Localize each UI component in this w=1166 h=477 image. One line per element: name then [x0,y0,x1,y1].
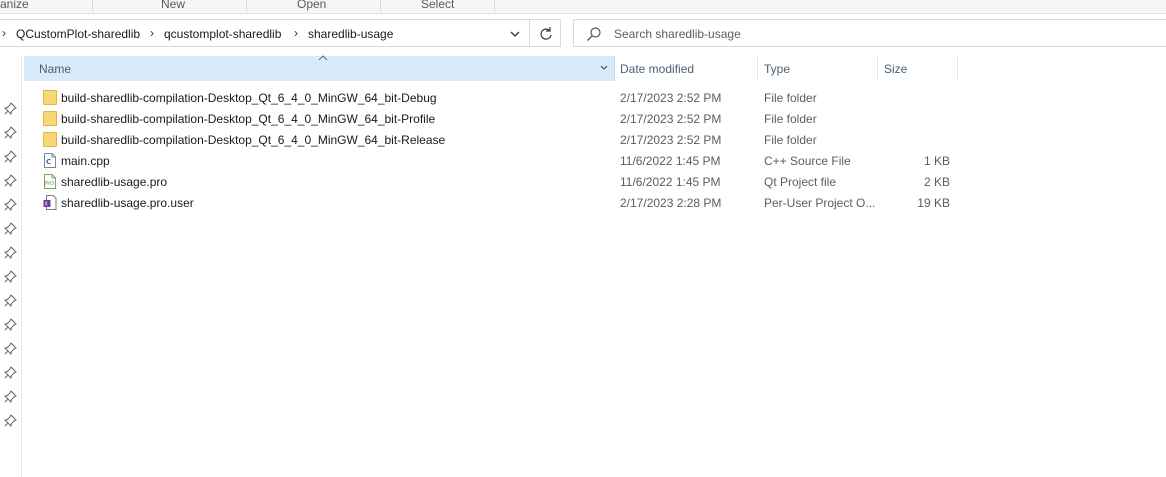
file-row[interactable]: PrO sharedlib-usage.pro 11/6/2022 1:45 P… [24,171,1166,192]
file-date: 2/17/2023 2:28 PM [620,196,722,210]
navigation-pane[interactable] [0,56,22,477]
svg-text:X: X [45,202,49,208]
search-icon [587,27,601,41]
chevron-down-icon[interactable] [505,24,525,44]
chevron-down-icon[interactable] [599,62,609,72]
file-name: sharedlib-usage.pro [61,175,168,189]
breadcrumb-chevron[interactable]: › [150,26,154,40]
pin-icon[interactable] [4,126,17,139]
address-bar[interactable]: › QCustomPlot-sharedlib › qcustomplot-sh… [0,19,561,47]
refresh-icon[interactable] [537,24,555,44]
folder-icon [43,132,57,147]
breadcrumb-sharedlib-usage[interactable]: sharedlib-usage [308,27,393,41]
user-project-file-icon: X [43,195,57,210]
pin-icon[interactable] [4,342,17,355]
breadcrumb-chevron[interactable]: › [2,26,6,40]
ribbon-divider [380,0,381,12]
column-header-name-label: Name [39,62,72,76]
column-divider[interactable] [957,56,958,81]
folder-icon [43,90,57,105]
file-row[interactable]: build-sharedlib-compilation-Desktop_Qt_6… [24,108,1166,129]
file-name: build-sharedlib-compilation-Desktop_Qt_6… [61,112,436,126]
svg-text:C: C [46,158,51,166]
file-date: 2/17/2023 2:52 PM [620,91,722,105]
pin-icon[interactable] [4,270,17,283]
pin-icon[interactable] [4,102,17,115]
pin-icon[interactable] [4,318,17,331]
column-header-type[interactable]: Type [758,56,878,81]
file-date: 2/17/2023 2:52 PM [620,133,722,147]
breadcrumb-qcustomplot-sharedlib-lower[interactable]: qcustomplot-sharedlib [164,27,281,41]
address-divider [529,20,530,46]
file-size: 19 KB [917,196,950,210]
file-size: 2 KB [923,175,950,189]
file-row[interactable]: C main.cpp 11/6/2022 1:45 PM C++ Source … [24,150,1166,171]
file-name: build-sharedlib-compilation-Desktop_Qt_6… [61,133,446,147]
pin-icon[interactable] [4,366,17,379]
pin-icon[interactable] [4,198,17,211]
qt-project-file-icon: PrO [44,174,56,189]
folder-icon [43,111,57,126]
ribbon-divider [246,0,247,12]
pin-icon[interactable] [4,150,17,163]
ribbon-group-organize: anize [0,0,29,11]
ribbon-group-open: Open [297,0,327,11]
ribbon-divider [494,0,495,12]
file-type: Per-User Project O... [764,196,876,210]
column-header-size-label: Size [884,62,908,76]
breadcrumb-qcustomplot-sharedlib[interactable]: QCustomPlot-sharedlib [16,27,140,41]
svg-text:PrO: PrO [45,181,54,187]
search-box[interactable]: Search sharedlib-usage [573,19,1166,47]
cpp-file-icon: C [44,153,56,168]
pin-icon[interactable] [4,294,17,307]
column-header-date-label: Date modified [620,62,695,76]
pin-icon[interactable] [4,390,17,403]
search-placeholder: Search sharedlib-usage [614,27,741,41]
file-size: 1 KB [923,154,950,168]
file-type: File folder [764,133,817,147]
pin-icon[interactable] [4,246,17,259]
file-date: 2/17/2023 2:52 PM [620,112,722,126]
file-name: main.cpp [61,154,110,168]
file-name: sharedlib-usage.pro.user [61,196,194,210]
column-header-size[interactable]: Size [878,56,958,81]
file-type: C++ Source File [764,154,851,168]
pin-icon[interactable] [4,222,17,235]
file-type: File folder [764,112,817,126]
column-header-date[interactable]: Date modified [614,56,758,81]
file-date: 11/6/2022 1:45 PM [620,154,721,168]
ribbon-group-labels: anize New Open Select [0,0,1166,14]
pin-icon[interactable] [4,174,17,187]
sort-ascending-icon [318,55,328,61]
file-row[interactable]: X sharedlib-usage.pro.user 2/17/2023 2:2… [24,192,1166,213]
column-header-type-label: Type [764,62,791,76]
file-name: build-sharedlib-compilation-Desktop_Qt_6… [61,91,437,105]
file-row[interactable]: build-sharedlib-compilation-Desktop_Qt_6… [24,129,1166,150]
file-row[interactable]: build-sharedlib-compilation-Desktop_Qt_6… [24,87,1166,108]
ribbon-divider [92,0,93,12]
file-type: Qt Project file [764,175,837,189]
ribbon-group-new: New [161,0,186,11]
breadcrumb-chevron[interactable]: › [294,26,298,40]
ribbon-group-select: Select [421,0,455,11]
file-type: File folder [764,91,817,105]
pin-icon[interactable] [4,414,17,427]
file-date: 11/6/2022 1:45 PM [620,175,721,189]
